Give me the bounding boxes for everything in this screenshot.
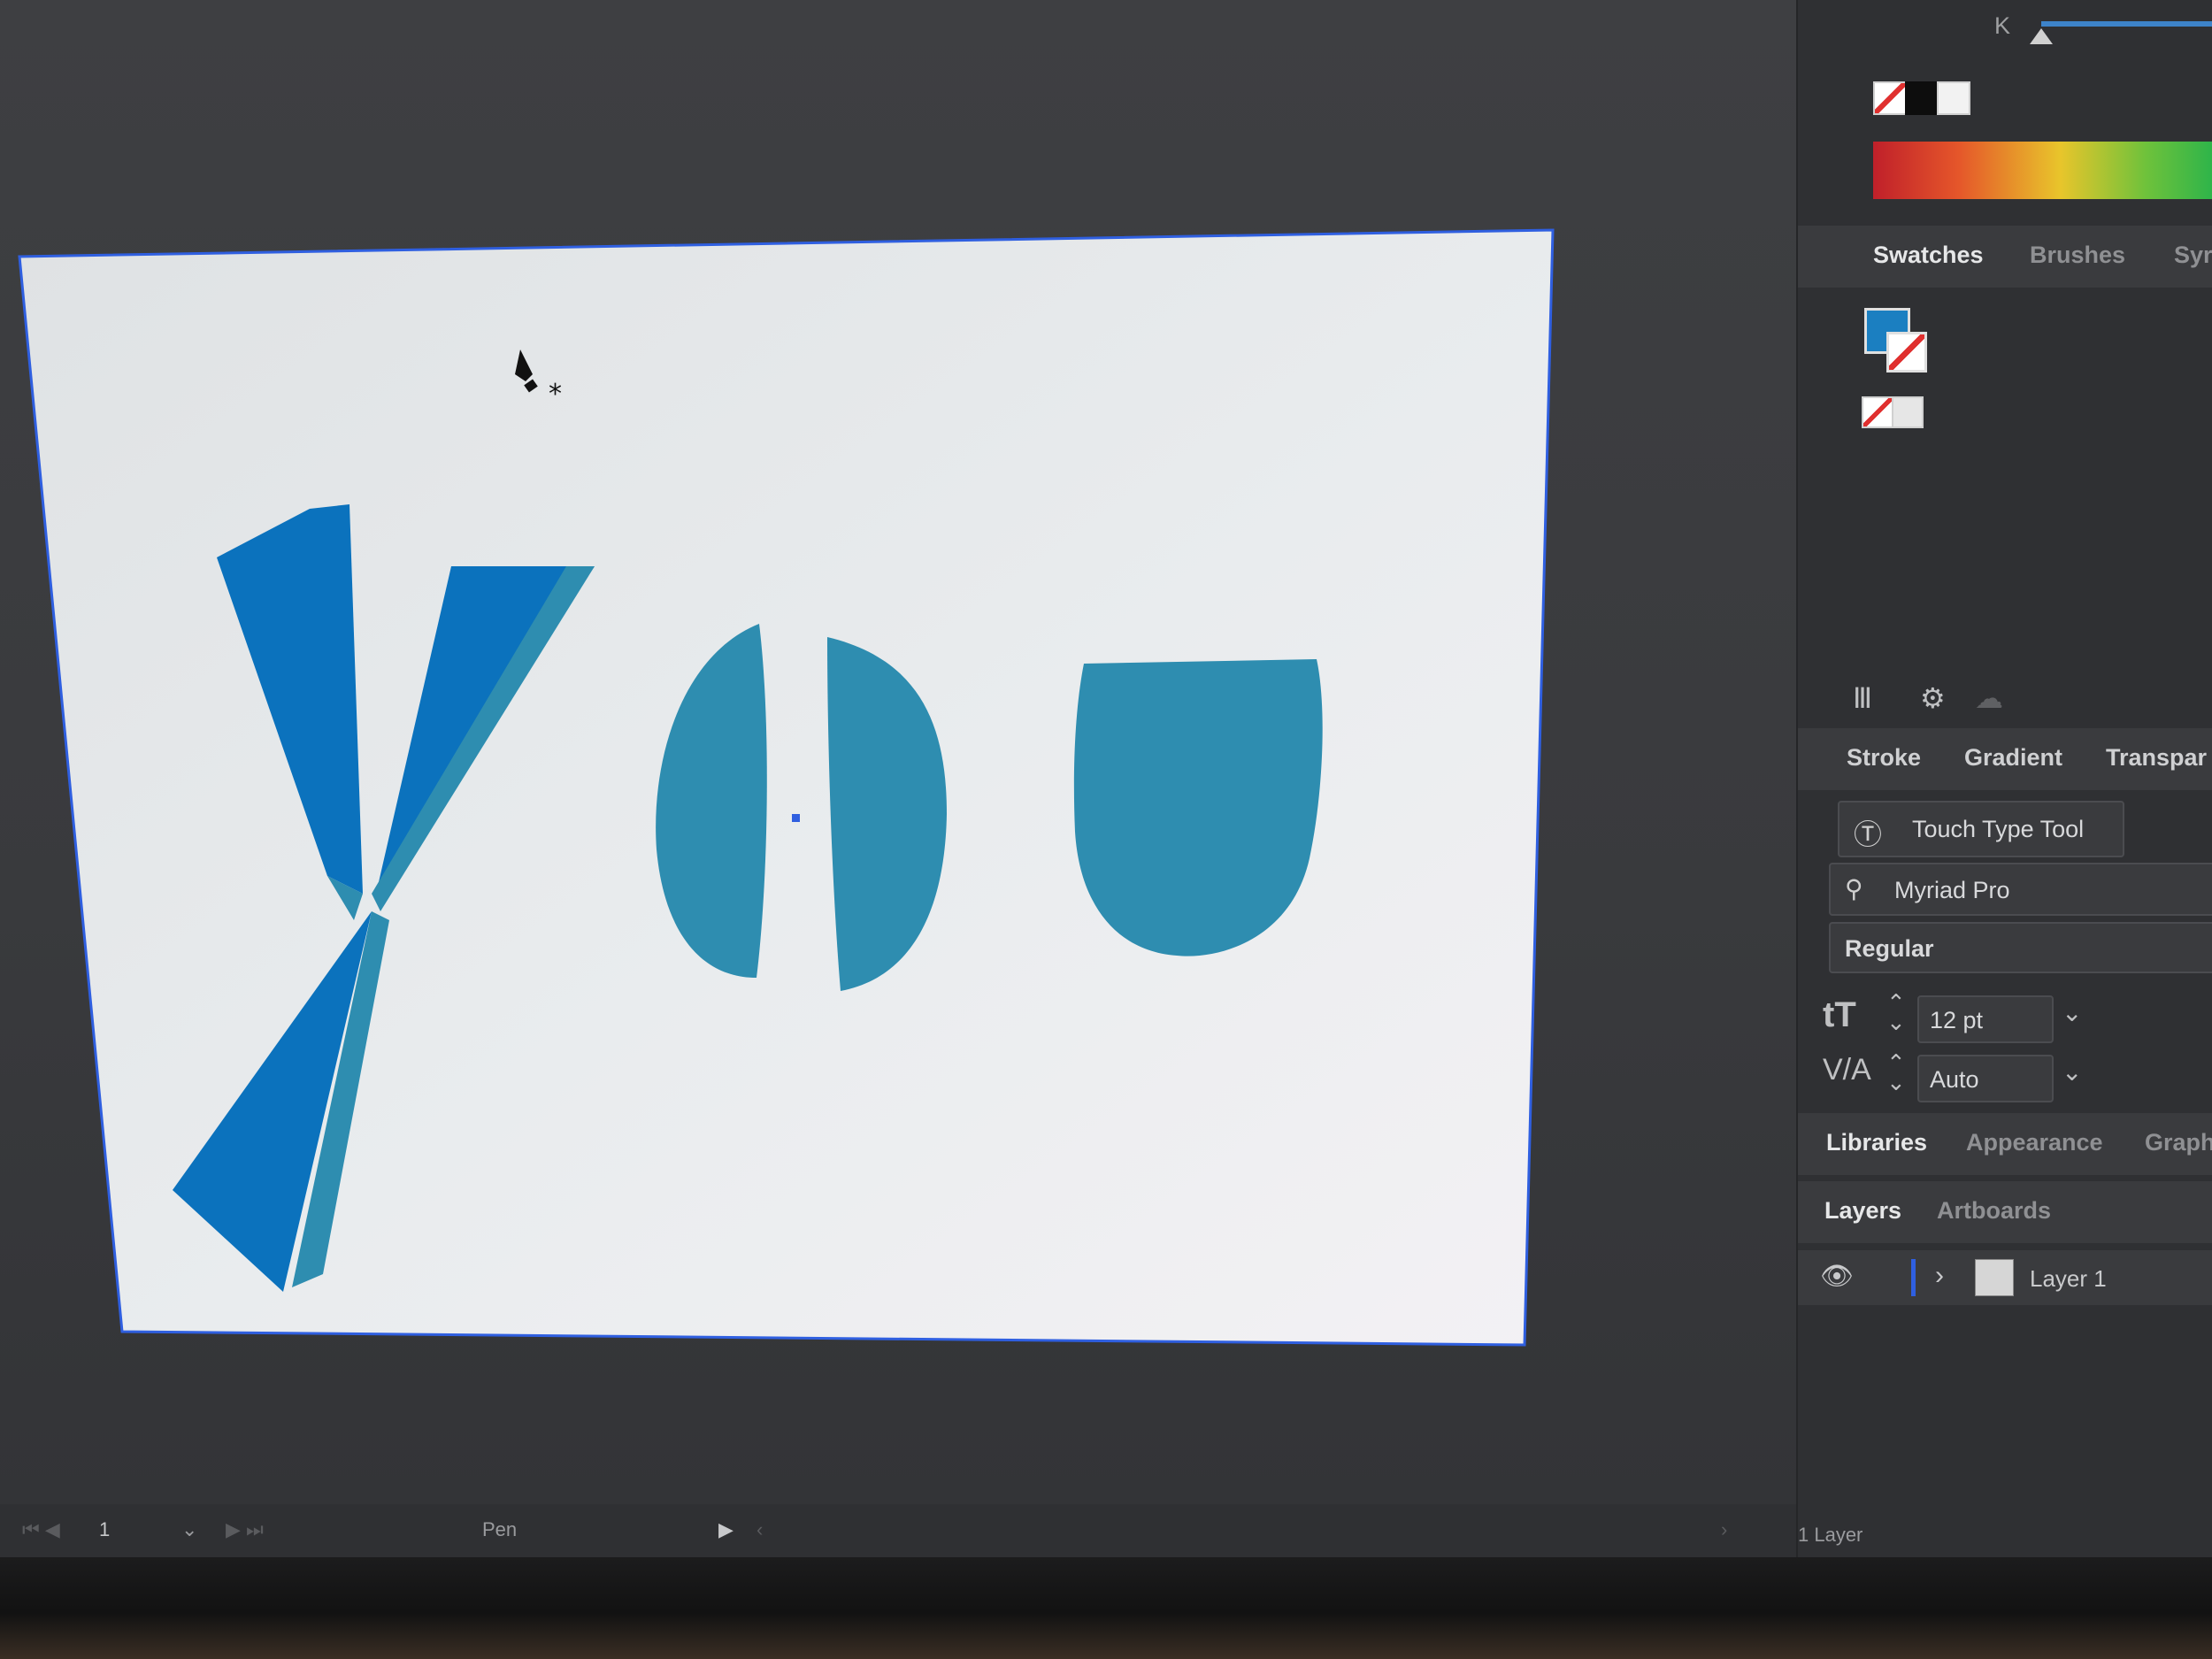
channel-slider[interactable] bbox=[2041, 21, 2212, 27]
artboard-next-icons[interactable]: ▶ ⏭ bbox=[226, 1518, 264, 1541]
font-search-icon: ⚲ bbox=[1845, 875, 1863, 902]
kerning-value: Auto bbox=[1930, 1066, 1979, 1093]
tab-transparency[interactable]: Transpar bbox=[2106, 744, 2207, 772]
tab-appearance[interactable]: Appearance bbox=[1966, 1129, 2103, 1156]
none-color-icon[interactable] bbox=[1862, 396, 1893, 428]
layer-visibility-eye-icon[interactable]: 👁 bbox=[1820, 1261, 1854, 1292]
scroll-right-icon[interactable]: › bbox=[1721, 1518, 1727, 1541]
layer-expand-chevron-icon[interactable]: › bbox=[1935, 1261, 1944, 1291]
font-size-stepper-icon[interactable]: ⌃ ⌄ bbox=[1886, 991, 1906, 1033]
right-panel-dock: K Swatches Brushes Syr Ⅲ ⚙ ☁ Stroke Grad… bbox=[1796, 0, 2212, 1557]
tab-gradient[interactable]: Gradient bbox=[1964, 744, 2062, 772]
font-family-field[interactable]: ⚲ Myriad Pro bbox=[1829, 863, 2212, 916]
font-size-field[interactable]: 12 pt bbox=[1917, 995, 2054, 1043]
artboard-number[interactable]: 1 bbox=[99, 1518, 110, 1541]
tab-stroke[interactable]: Stroke bbox=[1847, 744, 1921, 772]
touch-type-icon: Ⓣ bbox=[1854, 818, 1883, 850]
black-swatch-icon[interactable] bbox=[1905, 81, 1939, 115]
kerning-field[interactable]: Auto bbox=[1917, 1055, 2054, 1102]
channel-label: K bbox=[1994, 12, 2011, 39]
layer-name[interactable]: Layer 1 bbox=[2030, 1265, 2107, 1293]
tab-swatches[interactable]: Swatches bbox=[1873, 242, 1984, 269]
swatch-options-icon[interactable]: ⚙ bbox=[1920, 681, 1946, 715]
kerning-icon: V/A bbox=[1823, 1053, 1871, 1087]
channel-slider-handle[interactable] bbox=[2030, 28, 2053, 44]
tab-libraries[interactable]: Libraries bbox=[1826, 1129, 1927, 1156]
font-size-dropdown-icon[interactable]: ⌄ bbox=[2062, 998, 2082, 1027]
canvas-workspace[interactable]: * bbox=[0, 0, 1796, 1504]
selection-anchor bbox=[792, 814, 800, 822]
artboard[interactable]: * bbox=[0, 0, 1796, 1504]
svg-text:*: * bbox=[549, 379, 562, 410]
layer-color-indicator bbox=[1911, 1259, 1916, 1296]
registration-swatch-icon[interactable] bbox=[1892, 396, 1924, 428]
touch-type-tool-button[interactable]: Ⓣ Touch Type Tool bbox=[1838, 801, 2124, 857]
tab-graphic-styles[interactable]: Graph bbox=[2145, 1129, 2212, 1156]
font-size-icon: tT bbox=[1823, 995, 1856, 1034]
tab-layers[interactable]: Layers bbox=[1824, 1197, 1901, 1225]
tab-artboards[interactable]: Artboards bbox=[1937, 1197, 2051, 1225]
libraries-tab-row: Libraries Appearance Graph bbox=[1798, 1113, 2212, 1175]
touch-type-label: Touch Type Tool bbox=[1912, 816, 2085, 842]
status-menu-arrow-icon[interactable]: ▶ bbox=[718, 1518, 733, 1541]
kerning-dropdown-icon[interactable]: ⌄ bbox=[2062, 1057, 2082, 1087]
artboard-dropdown-icon[interactable]: ⌄ bbox=[181, 1518, 197, 1541]
font-family-value: Myriad Pro bbox=[1894, 877, 2010, 903]
font-style-value: Regular bbox=[1845, 935, 1934, 962]
scroll-left-icon[interactable]: ‹ bbox=[757, 1518, 763, 1541]
none-swatch-icon[interactable] bbox=[1873, 81, 1907, 115]
layers-tab-row: Layers Artboards bbox=[1798, 1181, 2212, 1243]
monitor-bezel bbox=[0, 1557, 2212, 1659]
layer-thumbnail bbox=[1975, 1259, 2014, 1296]
properties-tab-row: Stroke Gradient Transpar bbox=[1798, 728, 2212, 790]
stroke-none-icon[interactable] bbox=[1886, 332, 1927, 373]
tab-symbols[interactable]: Syr bbox=[2174, 242, 2212, 269]
font-size-value: 12 pt bbox=[1930, 1007, 1984, 1033]
libraries-menu-icon[interactable]: Ⅲ bbox=[1853, 681, 1872, 715]
current-tool-label: Pen bbox=[482, 1518, 518, 1540]
layer-count: 1 Layer bbox=[1798, 1524, 1863, 1546]
white-swatch-icon[interactable] bbox=[1937, 81, 1970, 115]
kerning-stepper-icon[interactable]: ⌃ ⌄ bbox=[1886, 1051, 1906, 1094]
cloud-icon[interactable]: ☁ bbox=[1975, 681, 2003, 715]
artboard-navigation-icons[interactable]: ⏮ ◀ bbox=[22, 1518, 60, 1541]
status-bar: ⏮ ◀ 1 ⌄ ▶ ⏭ Pen ▶ ‹ › bbox=[0, 1504, 1796, 1557]
tab-brushes[interactable]: Brushes bbox=[2030, 242, 2125, 269]
font-style-field[interactable]: Regular bbox=[1829, 922, 2212, 973]
layer-row[interactable]: 👁 › Layer 1 bbox=[1798, 1250, 2212, 1305]
swatches-tab-row: Swatches Brushes Syr bbox=[1798, 226, 2212, 288]
color-spectrum-bar[interactable] bbox=[1873, 142, 2212, 199]
